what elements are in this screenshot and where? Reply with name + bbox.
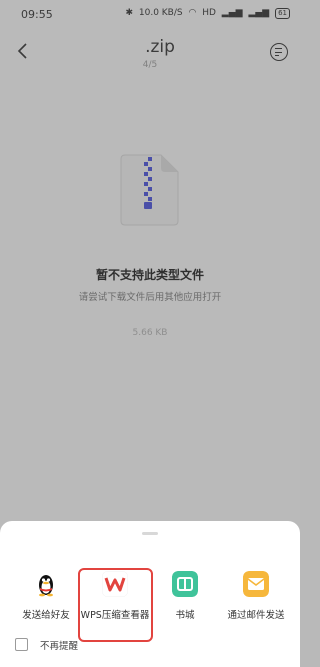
sheet-handle[interactable] <box>142 532 158 535</box>
book-city-icon <box>172 571 198 597</box>
zip-file-icon <box>120 154 179 226</box>
highlight-box <box>78 568 153 642</box>
send-via-email-option[interactable]: 通过邮件发送 <box>221 571 291 622</box>
book-city-option[interactable]: 书城 <box>150 571 220 622</box>
unsupported-message: 暂不支持此类型文件 <box>95 268 204 282</box>
app-label: 书城 <box>175 610 195 621</box>
page-indicator: 4/5 <box>142 60 158 70</box>
file-title-text: .zip <box>145 37 175 57</box>
share-to-friend-option[interactable]: 发送给好友 <box>11 571 81 622</box>
app-label: 发送给好友 <box>22 610 70 621</box>
file-size: 5.66 KB <box>132 328 168 338</box>
menu-icon[interactable] <box>270 43 288 61</box>
qq-penguin-icon <box>39 575 53 597</box>
dont-remind-checkbox[interactable] <box>15 638 28 651</box>
network-speed: 10.0 KB/S <box>138 8 183 18</box>
app-label: 通过邮件发送 <box>227 610 285 621</box>
dont-remind-label: 不再提醒 <box>40 641 79 652</box>
signal-icon-2: ▂▄▆ <box>248 8 270 18</box>
hd-badge: HD <box>202 8 216 18</box>
bluetooth-icon: ✱ <box>125 8 133 18</box>
mail-icon <box>243 571 269 597</box>
status-icons: ✱ 10.0 KB/S ◠ HD ▂▄▆ ▂▄▆ 61 <box>122 8 290 19</box>
status-bar: 09:55 ✱ 10.0 KB/S ◠ HD ▂▄▆ ▂▄▆ 61 <box>0 0 300 30</box>
battery-icon: 61 <box>275 8 290 19</box>
signal-icon: ▂▄▆ <box>221 8 243 18</box>
status-time: 09:55 <box>21 8 53 21</box>
open-hint: 请尝试下载文件后用其他应用打开 <box>78 292 222 303</box>
file-title: .zip <box>0 37 300 57</box>
wifi-icon: ◠ <box>188 8 197 18</box>
